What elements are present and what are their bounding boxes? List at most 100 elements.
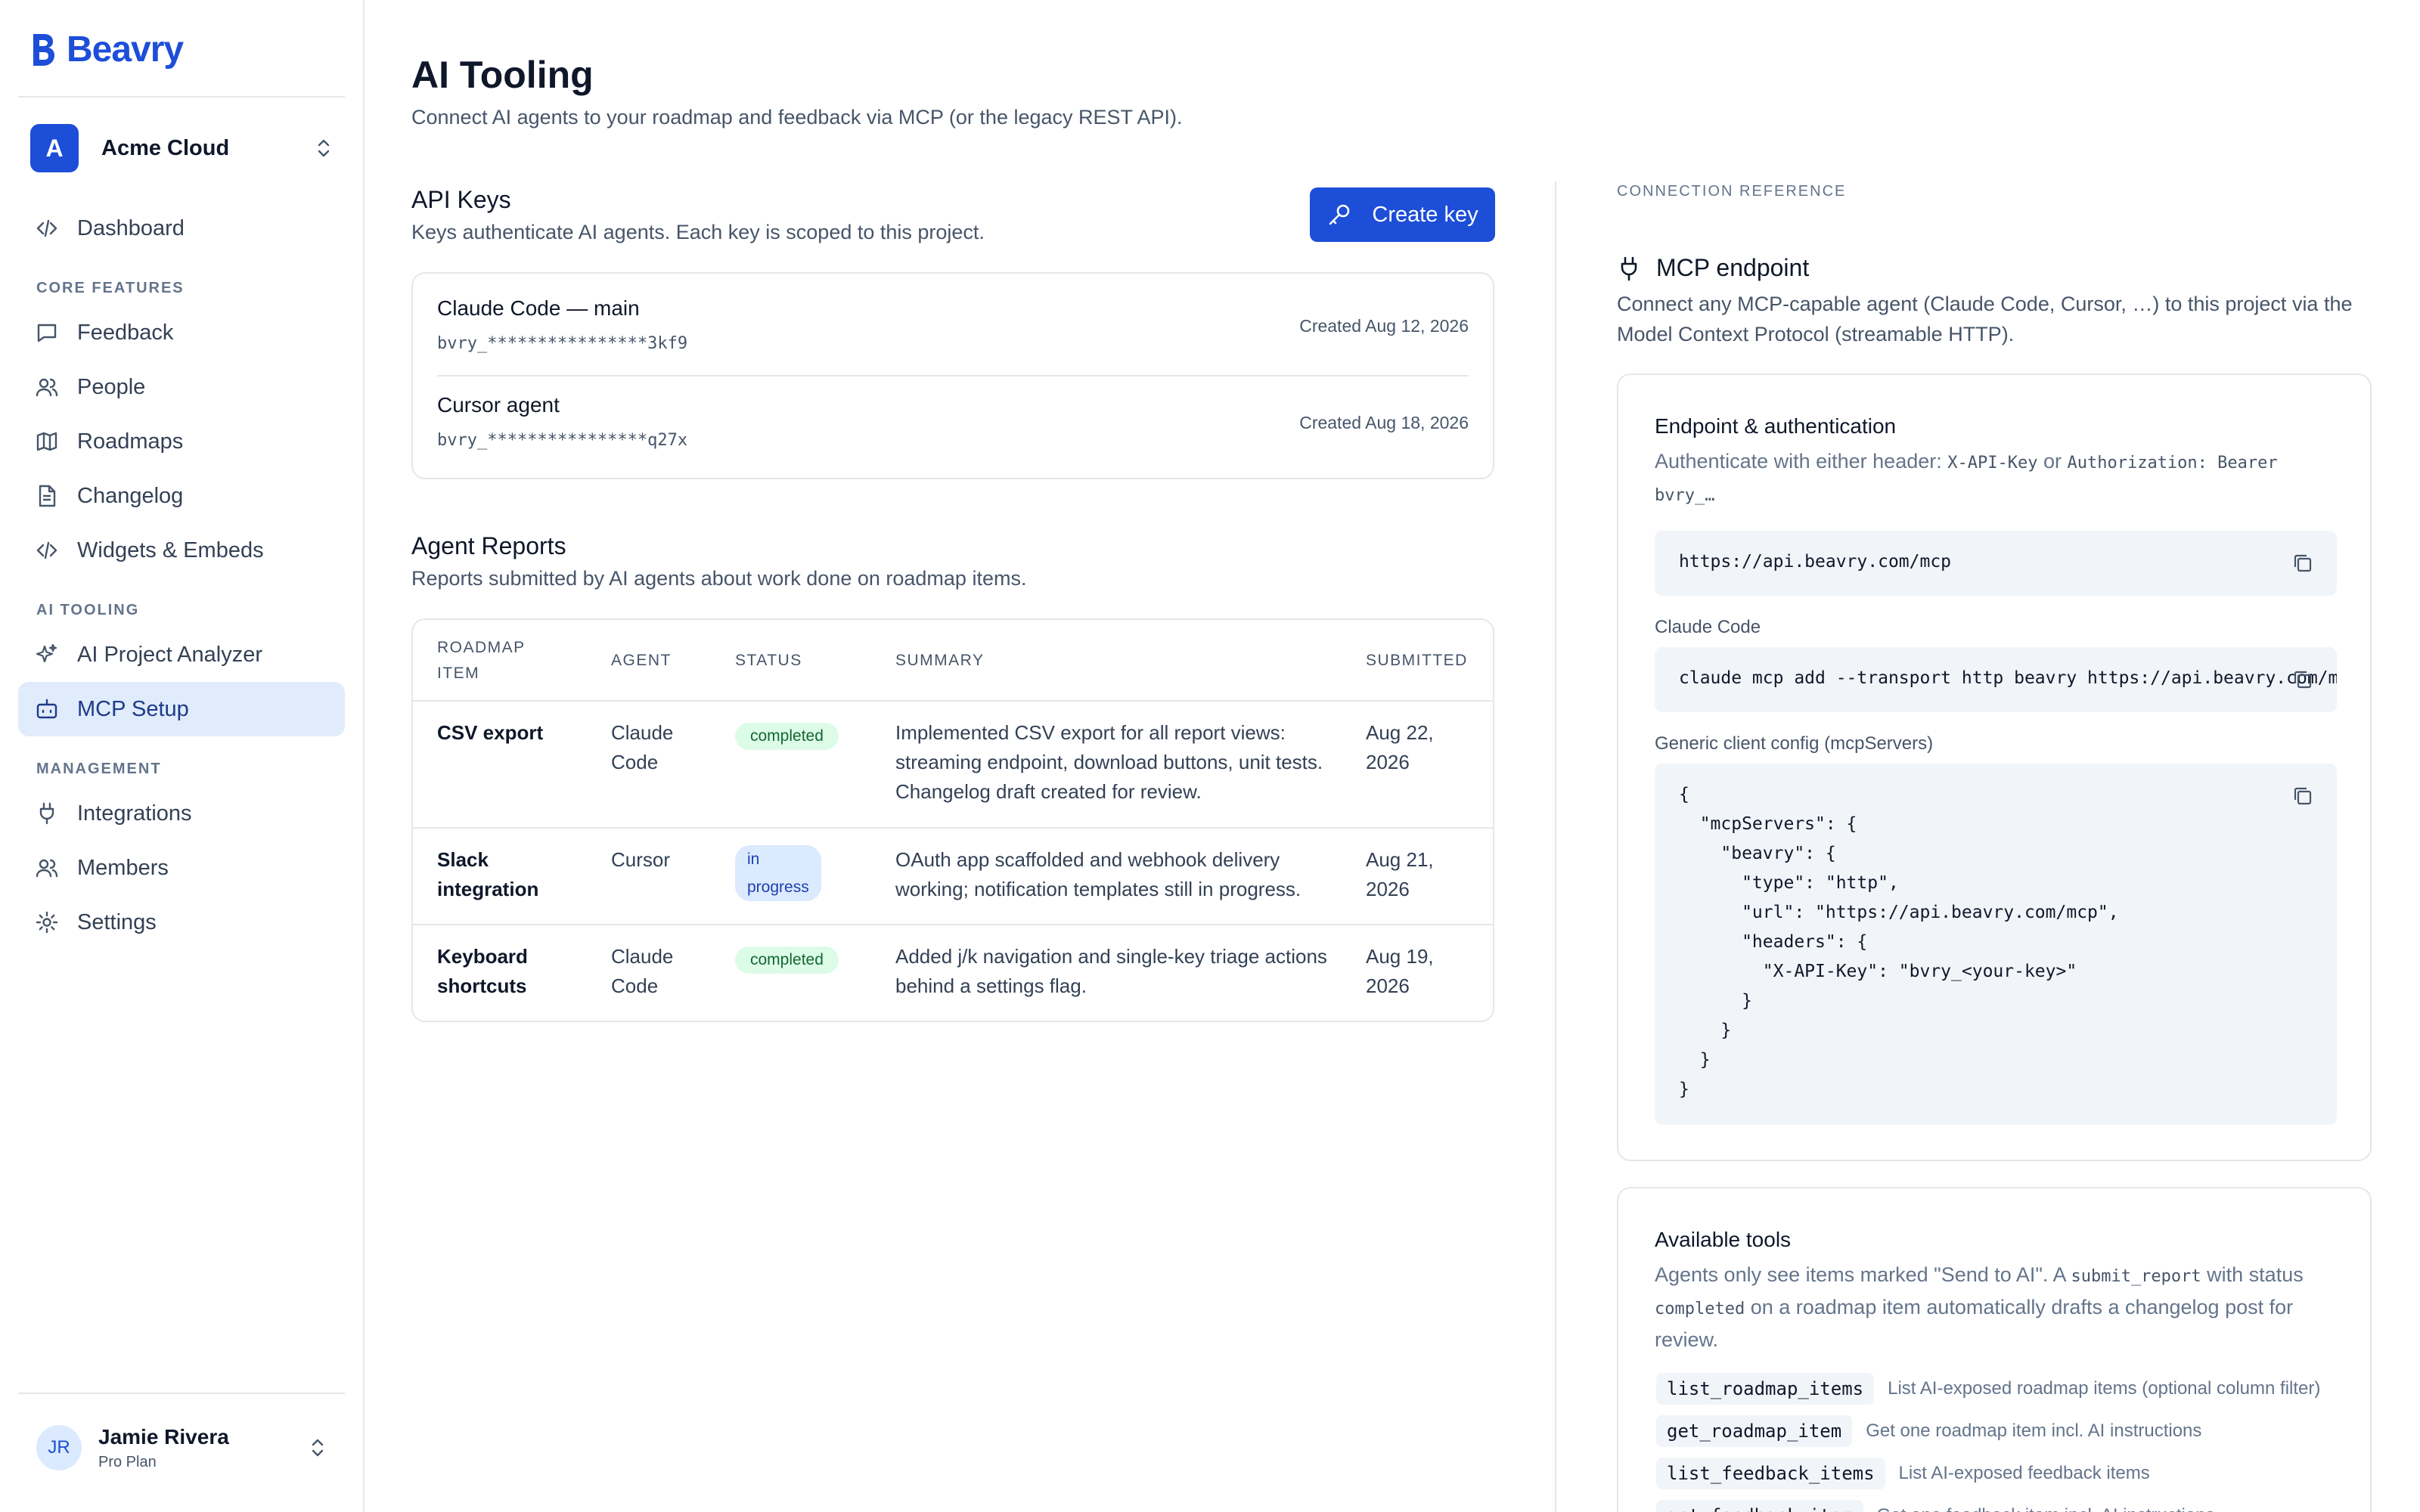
column-submitted: SUBMITTED	[1366, 652, 1468, 669]
nav-feedback[interactable]: Feedback	[18, 305, 345, 360]
report-summary: Implemented CSV export for all report vi…	[895, 721, 1323, 803]
status-badge: completed	[735, 947, 839, 974]
avatar: JR	[36, 1425, 82, 1470]
table-header: ROADMAP ITEM AGENT STATUS SUMMARY SUBMIT…	[413, 620, 1493, 702]
connection-reference-label: CONNECTION REFERENCE	[1617, 183, 1847, 200]
key-icon	[1329, 204, 1350, 225]
report-submitted: Aug 19, 2026	[1366, 945, 1434, 997]
tools-desc-text: Agents only see items marked "Send to AI…	[1655, 1263, 2071, 1286]
copy-icon[interactable]	[2291, 668, 2314, 691]
endpoint-auth-card: Endpoint & authentication Authenticate w…	[1617, 373, 2372, 1161]
column-status: STATUS	[735, 652, 802, 669]
nav-widgets-embeds[interactable]: Widgets & Embeds	[18, 523, 345, 578]
nav-integrations[interactable]: Integrations	[18, 786, 345, 841]
nav-label: Changelog	[77, 483, 184, 508]
section-management: MANAGEMENT	[36, 761, 162, 777]
tool-item: get_feedback_item Get one feedback item …	[1656, 1500, 2215, 1512]
users-icon	[35, 856, 59, 880]
generic-config-label: Generic client config (mcpServers)	[1655, 733, 1934, 754]
tool-item: list_feedback_items List AI-exposed feed…	[1656, 1458, 2150, 1489]
nav-label: Settings	[77, 909, 157, 934]
message-square-icon	[35, 321, 59, 345]
tool-name: list_feedback_items	[1656, 1458, 1885, 1489]
code-icon	[35, 216, 59, 240]
nav-people[interactable]: People	[18, 360, 345, 414]
plug-icon	[35, 801, 59, 826]
endpoint-url-box[interactable]: https://api.beavry.com/mcp	[1655, 531, 2337, 596]
api-key-row[interactable]: Cursor agent bvry_****************q27x C…	[437, 370, 1469, 469]
key-created: Created Aug 12, 2026	[1299, 316, 1469, 336]
section-core-features: CORE FEATURES	[36, 280, 185, 296]
nav-label: Members	[77, 855, 169, 880]
copy-icon[interactable]	[2291, 552, 2314, 575]
table-row[interactable]: CSV export Claude Code completed Impleme…	[413, 702, 1493, 829]
report-submitted: Aug 22, 2026	[1366, 721, 1434, 773]
chevron-updown-icon	[312, 1439, 324, 1457]
user-menu[interactable]: JR Jamie Rivera Pro Plan	[18, 1406, 345, 1489]
mcp-endpoint-title: MCP endpoint	[1656, 254, 1810, 281]
report-status: completed	[735, 720, 839, 750]
table-row[interactable]: Keyboard shortcuts Claude Code completed…	[413, 925, 1493, 1021]
nav-dashboard[interactable]: Dashboard	[18, 201, 345, 256]
api-key-row[interactable]: Claude Code — main bvry_****************…	[437, 274, 1469, 372]
nav-label: Dashboard	[77, 215, 185, 240]
nav-settings[interactable]: Settings	[18, 895, 345, 950]
code-completed: completed	[1655, 1300, 1745, 1318]
auth-description: Authenticate with either header: X-API-K…	[1655, 446, 2335, 511]
mcp-endpoint-heading: MCP endpoint	[1617, 254, 1809, 282]
column-agent: AGENT	[611, 652, 672, 669]
users-icon	[35, 375, 59, 399]
table-row[interactable]: Slack integration Cursor in progress OAu…	[413, 829, 1493, 925]
tool-name: get_roadmap_item	[1656, 1415, 1853, 1447]
column-roadmap-item: ROADMAP ITEM	[437, 639, 526, 682]
nav-label: Widgets & Embeds	[77, 538, 264, 562]
tool-description: List AI-exposed feedback items	[1898, 1463, 2150, 1483]
nav-label: MCP Setup	[77, 696, 189, 721]
endpoint-url: https://api.beavry.com/mcp	[1679, 552, 1952, 572]
workspace-avatar: A	[30, 124, 79, 172]
report-agent: Claude Code	[611, 945, 674, 997]
nav-label: Integrations	[77, 801, 192, 826]
generic-config-box[interactable]: { "mcpServers": { "beavry": { "type": "h…	[1655, 764, 2337, 1125]
tools-desc-text: on a roadmap item automatically drafts a…	[1655, 1296, 2294, 1351]
nav-label: Feedback	[77, 320, 174, 345]
column-summary: SUMMARY	[895, 652, 985, 669]
mcp-endpoint-description: Connect any MCP-capable agent (Claude Co…	[1617, 293, 2353, 345]
status-badge: completed	[735, 723, 839, 750]
nav-roadmaps[interactable]: Roadmaps	[18, 414, 345, 469]
file-text-icon	[35, 484, 59, 508]
report-summary: OAuth app scaffolded and webhook deliver…	[895, 848, 1302, 900]
sidebar: Beavry A Acme Cloud Dashboard CORE FEATU…	[0, 0, 365, 1512]
tool-description: Get one feedback item incl. AI instructi…	[1877, 1505, 2215, 1512]
header-x-api-key: X-API-Key	[1947, 454, 2038, 472]
generic-config-code: { "mcpServers": { "beavry": { "type": "h…	[1679, 785, 2119, 1099]
page-title: AI Tooling	[411, 54, 594, 96]
claude-command-box[interactable]: claude mcp add --transport http beavry h…	[1655, 647, 2337, 712]
key-name: Cursor agent	[437, 393, 560, 417]
create-key-button[interactable]: Create key	[1310, 187, 1495, 242]
report-agent: Claude Code	[611, 721, 674, 773]
report-status: completed	[735, 943, 839, 974]
copy-icon[interactable]	[2291, 785, 2314, 807]
available-tools-card: Available tools Agents only see items ma…	[1617, 1187, 2372, 1512]
tool-name: get_feedback_item	[1656, 1500, 1863, 1512]
endpoint-auth-title: Endpoint & authentication	[1655, 414, 1897, 438]
nav-mcp-setup[interactable]: MCP Setup	[18, 682, 345, 736]
page-subtitle: Connect AI agents to your roadmap and fe…	[411, 106, 1183, 129]
column-divider	[1555, 181, 1556, 1512]
app-logo[interactable]: Beavry	[30, 29, 184, 70]
agent-reports-subtitle: Reports submitted by AI agents about wor…	[411, 567, 1027, 590]
status-badge: in progress	[735, 845, 821, 901]
key-name: Claude Code — main	[437, 296, 640, 320]
nav-members[interactable]: Members	[18, 841, 345, 895]
workspace-switcher[interactable]: A Acme Cloud	[18, 116, 345, 180]
nav-label: People	[77, 374, 146, 399]
agent-reports-title: Agent Reports	[411, 532, 566, 559]
claude-command: claude mcp add --transport http beavry h…	[1679, 668, 2337, 688]
nav-label: Roadmaps	[77, 429, 184, 454]
chevron-updown-icon	[318, 139, 330, 157]
create-key-label: Create key	[1372, 202, 1478, 227]
nav-ai-project-analyzer[interactable]: AI Project Analyzer	[18, 627, 345, 682]
report-item: Slack integration	[437, 848, 539, 900]
nav-changelog[interactable]: Changelog	[18, 469, 345, 523]
